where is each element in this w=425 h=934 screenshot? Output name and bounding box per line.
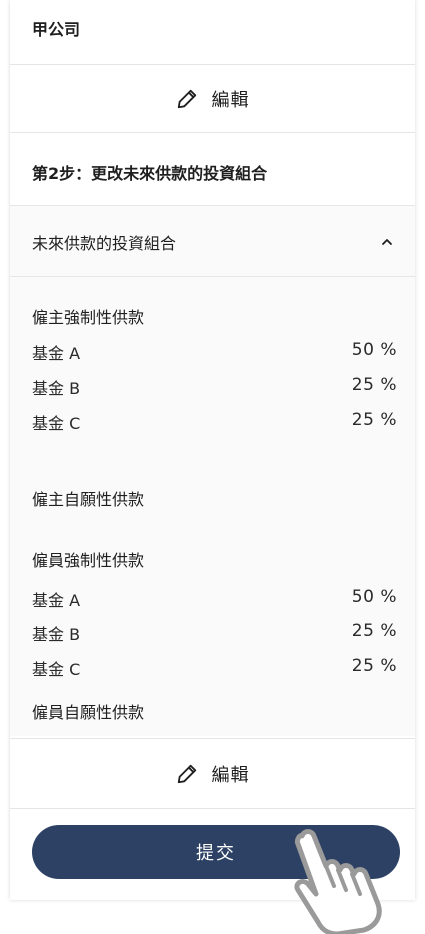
fund-name: 基金 B: [32, 625, 81, 644]
fund-name: 基金 C: [32, 660, 81, 679]
fund-row: 基金 A 50 %: [32, 340, 397, 364]
fund-name: 基金 C: [32, 414, 81, 433]
fund-pct: 25 %: [351, 375, 397, 395]
divider: [10, 276, 415, 277]
edit-button-top[interactable]: 編輯: [10, 82, 415, 116]
company-name: 甲公司: [32, 20, 81, 39]
accordion-future-portfolio[interactable]: 未來供款的投資組合: [32, 230, 393, 254]
divider: [10, 132, 415, 133]
fund-row: 基金 B 25 %: [32, 621, 397, 645]
pencil-icon: [177, 89, 196, 109]
pencil-icon: [177, 764, 196, 784]
fund-name: 基金 A: [32, 344, 81, 363]
group-title-employee-mandatory: 僱員強制性供款: [32, 551, 145, 570]
fund-pct: 50 %: [351, 340, 397, 360]
fund-row: 基金 C 25 %: [32, 656, 397, 680]
group-title-employee-voluntary: 僱員自願性供款: [32, 703, 145, 722]
fund-row: 基金 A 50 %: [32, 587, 397, 611]
edit-button-bottom[interactable]: 編輯: [10, 757, 415, 791]
edit-label: 編輯: [211, 765, 250, 786]
fund-name: 基金 A: [32, 591, 81, 610]
group-title-employer-mandatory: 僱主強制性供款: [32, 308, 145, 327]
accordion-title: 未來供款的投資組合: [32, 234, 177, 253]
divider: [10, 738, 415, 739]
chevron-up-icon: [382, 239, 392, 245]
pointer-hand-icon: [294, 829, 382, 934]
group-title-employer-voluntary: 僱主自願性供款: [32, 490, 145, 509]
fund-pct: 25 %: [351, 621, 397, 641]
divider: [10, 808, 415, 809]
fund-name: 基金 B: [32, 379, 81, 398]
fund-pct: 50 %: [351, 587, 397, 607]
fund-row: 基金 B 25 %: [32, 375, 397, 399]
divider: [10, 205, 415, 206]
fund-pct: 25 %: [351, 656, 397, 676]
fund-row: 基金 C 25 %: [32, 410, 397, 434]
fund-pct: 25 %: [351, 410, 397, 430]
divider: [10, 64, 415, 65]
portfolio-card: 甲公司 編輯 第2步：更改未來供款的投資組合 未來供款的投資組合 僱主強制性供款…: [10, 0, 415, 900]
edit-label: 編輯: [211, 90, 250, 111]
step-title: 第2步：更改未來供款的投資組合: [32, 164, 268, 183]
